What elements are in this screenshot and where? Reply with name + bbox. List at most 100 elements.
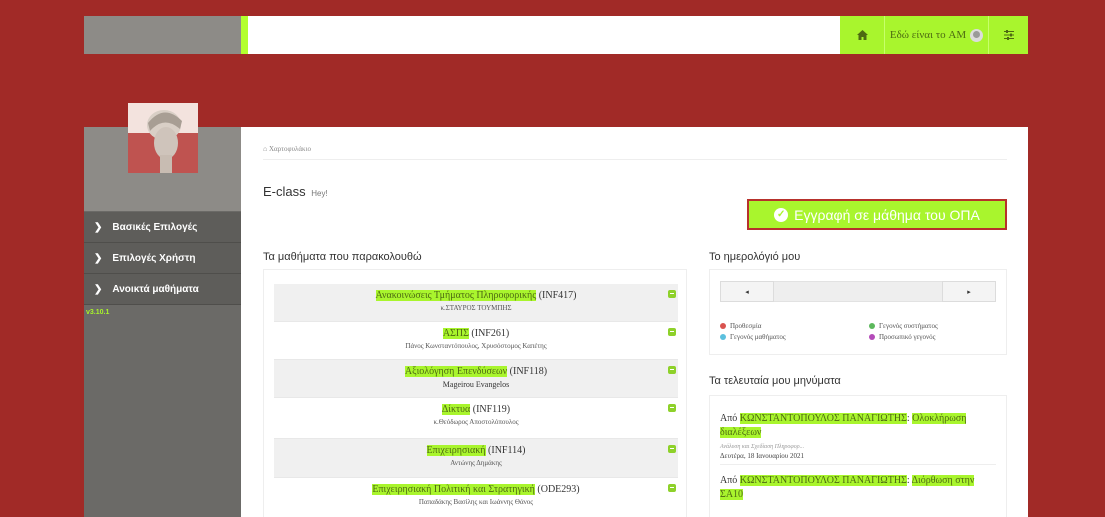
list-item: Δίκτυα (INF119) κ.Θεόδωρος Αποστολόπουλο… <box>274 398 678 439</box>
message-item[interactable]: Από ΚΩΝΣΤΑΝΤΟΠΟΥΛΟΣ ΠΑΝΑΓΙΩΤΗΣ: Διόρθωση… <box>720 474 996 502</box>
course-link[interactable]: Επιχειρησιακή <box>426 445 486 456</box>
sidebar-item-open-courses[interactable]: ❯ Ανοικτά μαθήματα <box>84 274 241 305</box>
chevron-right-icon: ❯ <box>94 252 103 264</box>
calendar-heading: Το ημερολόγιό μου <box>709 251 801 263</box>
enroll-course-button[interactable]: ✓ Εγγραφή σε μάθημα του ΟΠΑ <box>747 199 1007 230</box>
list-item: ΑΣΠΣ (INF261) Πάνος Κωνσταντόπουλος, Χρυ… <box>274 322 678 360</box>
list-item: Ανακοινώσεις Τμήματος Πληροφορικής (INF4… <box>274 284 678 322</box>
course-link[interactable]: Αξιολόγηση Επενδύσεων <box>404 366 508 377</box>
message-course: Ανάλυση και Σχεδίαση Πληροφορ... <box>720 444 805 450</box>
version-label: v3.10.1 <box>86 309 110 316</box>
divider <box>263 159 1007 160</box>
legend-item: Γεγονός μαθήματος <box>720 333 786 341</box>
top-bar-accent <box>241 16 248 54</box>
course-link[interactable]: Δίκτυα <box>441 404 471 415</box>
courses-list: Ανακοινώσεις Τμήματος Πληροφορικής (INF4… <box>263 269 687 517</box>
course-instructor: κ.Θεόδωρος Αποστολόπουλος <box>433 418 519 426</box>
message-header: Από ΚΩΝΣΤΑΝΤΟΠΟΥΛΟΣ ΠΑΝΑΓΙΩΤΗΣ: Διόρθωση… <box>720 475 975 500</box>
course-link[interactable]: ΑΣΠΣ <box>442 328 469 339</box>
divider <box>720 464 996 465</box>
sidebar-item-label: Βασικές Επιλογές <box>112 221 198 233</box>
chevron-left-icon: ◂ <box>745 288 749 296</box>
minus-badge-icon[interactable] <box>668 328 676 336</box>
calendar-next-button[interactable]: ▸ <box>942 281 996 302</box>
minus-badge-icon[interactable] <box>668 404 676 412</box>
course-code: (ODE293) <box>537 484 580 495</box>
top-bar: Εδώ είναι το AM <box>84 16 1028 54</box>
page-title-text: E-class <box>263 184 306 199</box>
chevron-right-icon: ▸ <box>967 288 971 296</box>
dot-icon <box>869 323 875 329</box>
minus-badge-icon[interactable] <box>668 484 676 492</box>
message-from-prefix: Από <box>720 413 738 424</box>
top-bar-actions: Εδώ είναι το AM <box>840 16 1028 54</box>
course-instructor: Πάνος Κωνσταντόπουλος, Χρυσόστομος Καπέτ… <box>405 342 547 350</box>
legend-item: Προθεσμία <box>720 322 761 330</box>
dot-icon <box>720 323 726 329</box>
course-title: Ανακοινώσεις Τμήματος Πληροφορικής (INF4… <box>274 284 678 301</box>
user-label: Εδώ είναι το AM <box>889 29 967 41</box>
calendar-widget: ◂ ▸ Προθεσμία Γεγονός συστήματος Γεγονός… <box>709 269 1007 355</box>
message-item[interactable]: Από ΚΩΝΣΤΑΝΤΟΠΟΥΛΟΣ ΠΑΝΑΓΙΩΤΗΣ: Ολοκλήρω… <box>720 412 996 460</box>
home-button[interactable] <box>840 16 884 54</box>
course-title: Επιχειρησιακή (INF114) <box>274 439 678 456</box>
dot-icon <box>869 334 875 340</box>
sidebar-item-label: Ανοικτά μαθήματα <box>112 283 199 295</box>
course-link[interactable]: Επιχειρησιακή Πολιτική και Στρατηγική <box>372 484 535 495</box>
message-sender[interactable]: ΚΩΝΣΤΑΝΤΟΠΟΥΛΟΣ ΠΑΝΑΓΙΩΤΗΣ <box>739 475 907 486</box>
list-item: Επιχειρησιακή (INF114) Αντώνης Δημάκης <box>274 439 678 478</box>
course-title: ΑΣΠΣ (INF261) <box>274 322 678 339</box>
chevron-right-icon: ❯ <box>94 283 103 295</box>
message-from-prefix: Από <box>720 475 738 486</box>
course-instructor: Αντώνης Δημάκης <box>450 459 502 467</box>
courses-heading: Τα μαθήματα που παρακολουθώ <box>263 251 422 263</box>
enroll-course-label: Εγγραφή σε μάθημα του ΟΠΑ <box>794 206 980 223</box>
minus-badge-icon[interactable] <box>668 445 676 453</box>
home-icon <box>856 30 868 40</box>
legend-label: Γεγονός μαθήματος <box>730 333 786 341</box>
legend-label: Γεγονός συστήματος <box>879 322 938 330</box>
message-sender[interactable]: ΚΩΝΣΤΑΝΤΟΠΟΥΛΟΣ ΠΑΝΑΓΙΩΤΗΣ <box>739 413 907 424</box>
legend-label: Προσωπικό γεγονός <box>879 333 936 341</box>
sidebar-header <box>84 103 241 211</box>
course-code: (INF261) <box>471 328 510 339</box>
sidebar: ❯ Βασικές Επιλογές ❯ Επιλογές Χρήστη ❯ Α… <box>84 103 241 517</box>
course-instructor: κ.ΣΤΑΥΡΟΣ ΤΟΥΜΠΗΣ <box>440 304 512 312</box>
user-avatar-icon <box>970 28 984 42</box>
home-icon: ⌂ <box>263 145 268 153</box>
search-bar[interactable] <box>248 16 840 54</box>
minus-badge-icon[interactable] <box>668 366 676 374</box>
breadcrumb: ⌂ Χαρτοφυλάκιο <box>263 145 311 153</box>
messages-list: Από ΚΩΝΣΤΑΝΤΟΠΟΥΛΟΣ ΠΑΝΑΓΙΩΤΗΣ: Ολοκλήρω… <box>709 395 1007 517</box>
course-code: (INF114) <box>488 445 526 456</box>
course-instructor: Mageirou Evangelos <box>442 380 510 389</box>
legend-item: Γεγονός συστήματος <box>869 322 938 330</box>
minus-badge-icon[interactable] <box>668 290 676 298</box>
course-title: Δίκτυα (INF119) <box>274 398 678 415</box>
settings-button[interactable] <box>988 16 1028 54</box>
sliders-icon <box>1003 30 1014 40</box>
calendar-prev-button[interactable]: ◂ <box>720 281 774 302</box>
page-title: E-class Hey! <box>263 184 328 199</box>
user-menu-button[interactable]: Εδώ είναι το AM <box>884 16 988 54</box>
sidebar-item-user-options[interactable]: ❯ Επιλογές Χρήστη <box>84 243 241 274</box>
course-code: (INF417) <box>538 290 577 301</box>
messages-heading: Τα τελευταία μου μηνύματα <box>709 375 841 387</box>
course-link[interactable]: Ανακοινώσεις Τμήματος Πληροφορικής <box>375 290 537 301</box>
sidebar-item-basic-options[interactable]: ❯ Βασικές Επιλογές <box>84 212 241 243</box>
list-item: Επιχειρησιακή Πολιτική και Στρατηγική (O… <box>274 478 678 517</box>
breadcrumb-item[interactable]: Χαρτοφυλάκιο <box>269 145 311 153</box>
legend-label: Προθεσμία <box>730 322 762 330</box>
university-logo[interactable] <box>127 103 198 173</box>
dot-icon <box>720 334 726 340</box>
course-code: (INF118) <box>509 366 548 377</box>
list-item: Αξιολόγηση Επενδύσεων (INF118) Mageirou … <box>274 360 678 398</box>
course-code: (INF119) <box>472 404 511 415</box>
top-bar-brand-area <box>84 16 241 54</box>
sidebar-menu: ❯ Βασικές Επιλογές ❯ Επιλογές Χρήστη ❯ Α… <box>84 212 241 305</box>
sidebar-item-label: Επιλογές Χρήστη <box>112 252 196 264</box>
message-header: Από ΚΩΝΣΤΑΝΤΟΠΟΥΛΟΣ ΠΑΝΑΓΙΩΤΗΣ: Ολοκλήρω… <box>720 413 967 438</box>
main-panel: ⌂ Χαρτοφυλάκιο E-class Hey! ✓ Εγγραφή σε… <box>241 127 1028 517</box>
check-circle-icon: ✓ <box>774 207 789 222</box>
course-instructor: Παπαδάκης Βασίλης και Ιωάννης Θάνος <box>418 498 534 506</box>
